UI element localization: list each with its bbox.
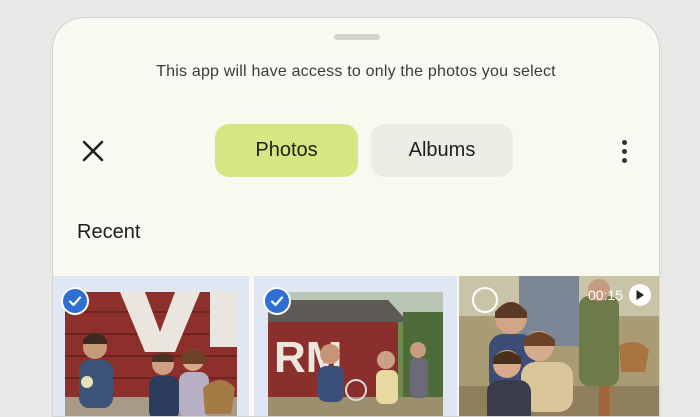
tab-albums-label: Albums (408, 139, 476, 161)
close-icon (82, 140, 104, 162)
play-icon (629, 284, 651, 306)
video-duration-label: 00:15 (587, 287, 623, 303)
access-notice: This app will have access to only the ph… (156, 63, 556, 80)
section-title-recent: Recent (77, 221, 141, 243)
unselected-circle-icon[interactable] (472, 287, 498, 313)
video-duration: 00:15 (588, 284, 651, 306)
more-vertical-icon (621, 139, 627, 145)
close-button[interactable] (75, 133, 111, 169)
photo-tile[interactable] (53, 276, 249, 416)
selected-check-icon[interactable] (61, 287, 89, 315)
video-tile[interactable]: 00:15 (459, 276, 659, 416)
selected-check-icon[interactable] (263, 287, 291, 315)
tab-photos[interactable]: Photos (215, 124, 358, 177)
drag-handle[interactable] (334, 34, 380, 40)
photo-tile[interactable]: RM (254, 276, 457, 416)
photo-thumbnail (65, 292, 237, 416)
tab-albums[interactable]: Albums (371, 124, 513, 177)
more-options-button[interactable] (609, 131, 639, 171)
photo-thumbnail: RM (268, 292, 443, 416)
photo-picker-sheet: This app will have access to only the ph… (52, 17, 660, 417)
tab-photos-label: Photos (255, 139, 318, 161)
